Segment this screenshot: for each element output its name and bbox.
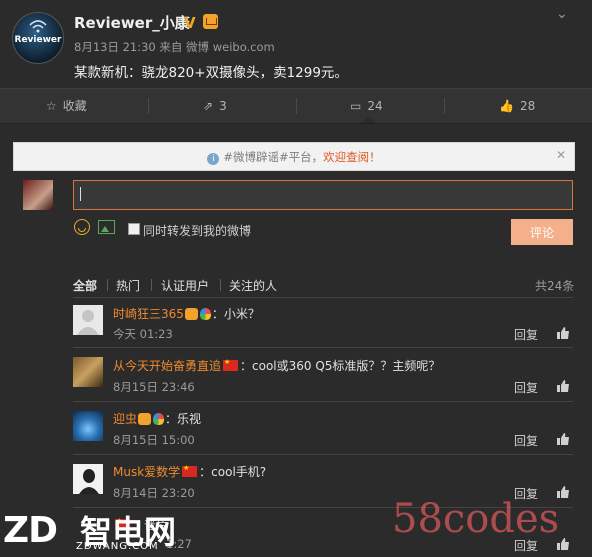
divider <box>73 297 573 298</box>
verified-icon: V <box>184 14 196 32</box>
comment-avatar[interactable] <box>73 357 103 387</box>
comment-time: 今天 01:23 <box>113 327 173 341</box>
post-action-bar: ☆ 收藏 ⇗ 3 ▭ 24 👍 28 <box>0 88 592 124</box>
divider <box>73 347 573 348</box>
poster-avatar[interactable]: Reviewer <box>12 12 64 64</box>
thumbs-up-icon[interactable] <box>556 326 570 340</box>
comment-count: 24 <box>367 99 383 113</box>
current-user-avatar[interactable] <box>23 180 53 210</box>
forward-checkbox-label[interactable]: 同时转发到我的微博 <box>143 222 251 239</box>
thumbs-up-icon[interactable] <box>556 432 570 446</box>
comment-input[interactable] <box>73 180 573 210</box>
thumbs-up-icon[interactable] <box>556 379 570 393</box>
crown-badge-icon <box>138 413 152 425</box>
tab-hot[interactable]: 热门 <box>116 277 140 294</box>
favorite-label: 收藏 <box>62 99 87 113</box>
forward-count: 3 <box>219 99 227 113</box>
comment-text: ：cool手机? <box>199 465 267 479</box>
wifi-logo-icon <box>29 20 47 33</box>
comment-text: ：小米？ <box>211 307 260 321</box>
balloon-badge-icon <box>153 413 165 425</box>
commenter-name[interactable]: 从今天开始奋勇直追 <box>113 359 221 373</box>
divider <box>73 454 573 455</box>
post-meta: 8月13日 21:30 来自 微博 weibo.com <box>74 40 275 54</box>
forward-checkbox[interactable] <box>128 223 140 235</box>
rumor-notice-bar: i #微博辟谣#平台，欢迎查阅！ ✕ <box>13 142 575 171</box>
like-button[interactable]: 👍 28 <box>499 89 535 123</box>
star-icon: ☆ <box>46 99 57 113</box>
emoji-icon[interactable] <box>74 219 90 235</box>
china-flag-icon <box>223 358 239 371</box>
comment-body: 从今天开始奋勇直追 ：cool或360 Q5标准版？？主频呢？ <box>113 357 440 374</box>
crown-badge-icon <box>184 308 198 320</box>
comment-time: 8月15日 15:00 <box>113 433 195 447</box>
tab-following[interactable]: 关注的人 <box>229 277 277 294</box>
info-icon: i <box>207 153 220 165</box>
comment-body: 时崎狂三365 ：小米？ <box>113 305 260 322</box>
comment-avatar[interactable] <box>73 411 103 441</box>
comment-time: 8月15日 23:46 <box>113 380 195 394</box>
balloon-badge-icon <box>199 308 211 320</box>
commenter-name[interactable]: 时崎狂三365 <box>113 307 184 321</box>
member-crown-icon <box>203 14 218 29</box>
post-text: 某款新机：骁龙820+双摄像头，卖1299元。 <box>74 65 348 81</box>
reply-button[interactable]: 回复 <box>514 326 538 343</box>
submit-comment-button[interactable]: 评论 <box>511 219 573 245</box>
chevron-down-icon[interactable]: ⌄ <box>556 6 568 22</box>
comment-pointer <box>362 116 376 123</box>
like-count: 28 <box>519 99 536 113</box>
comment-text: ：cool或360 Q5标准版？？主频呢？ <box>240 359 441 373</box>
comment-body: Musk爱数学 ：cool手机? <box>113 463 266 480</box>
china-flag-icon <box>182 464 198 477</box>
comment-text: ：乐视 <box>165 412 202 426</box>
forward-button[interactable]: ⇗ 3 <box>203 89 227 123</box>
favorite-button[interactable]: ☆ 收藏 <box>46 89 87 123</box>
image-icon[interactable] <box>98 220 115 234</box>
commenter-name[interactable]: Musk爱数学 <box>113 465 180 479</box>
zd-watermark-logo: ZD <box>3 510 58 551</box>
avatar-brand-text: Reviewer <box>14 35 62 45</box>
forward-icon: ⇗ <box>203 99 214 113</box>
commenter-name[interactable]: 迎虫 <box>113 412 137 426</box>
tab-all[interactable]: 全部 <box>73 277 97 294</box>
reply-button[interactable]: 回复 <box>514 379 538 396</box>
notice-text[interactable]: #微博辟谣#平台， <box>223 150 323 164</box>
58codes-watermark: 58codes <box>392 496 560 542</box>
comment-total: 共24条 <box>535 279 575 293</box>
thumbs-up-icon: 👍 <box>499 99 514 113</box>
divider <box>73 401 573 402</box>
reply-button[interactable]: 回复 <box>514 432 538 449</box>
zdwang-watermark-url: ZDWANG.COM <box>76 541 159 552</box>
poster-username[interactable]: Reviewer_小康 <box>74 12 190 33</box>
close-icon[interactable]: ✕ <box>556 148 566 162</box>
comment-avatar[interactable] <box>73 305 103 335</box>
comment-time: 8月14日 23:20 <box>113 486 195 500</box>
comment-avatar[interactable] <box>73 464 103 494</box>
text-cursor <box>80 187 81 201</box>
tab-verified-users[interactable]: 认证用户 <box>161 277 209 294</box>
notice-link[interactable]: 欢迎查阅！ <box>323 150 381 164</box>
comment-icon: ▭ <box>350 99 362 113</box>
comment-body: 迎虫 ：乐视 <box>113 410 201 427</box>
